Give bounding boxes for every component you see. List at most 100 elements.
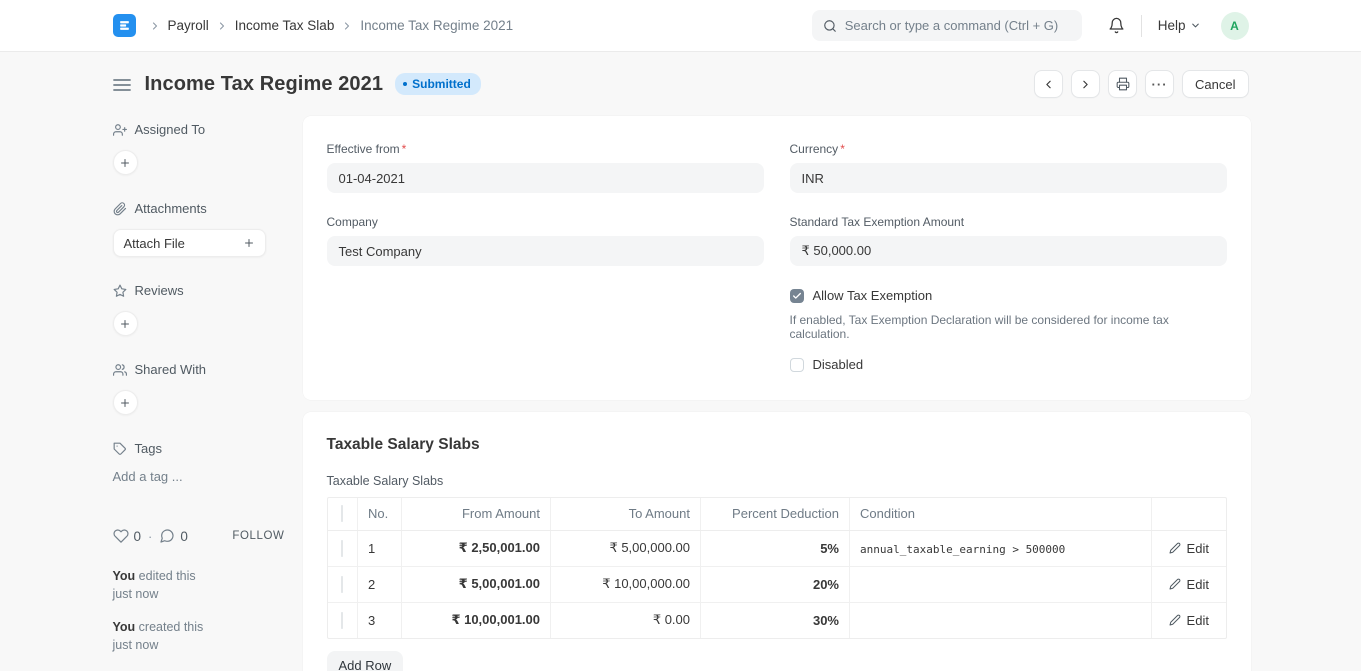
like-count: 0 [134, 529, 142, 544]
select-all-checkbox[interactable] [341, 505, 343, 522]
activity-actor: You [113, 569, 136, 583]
to-amount-cell[interactable]: ₹ 10,00,000.00 [551, 566, 701, 602]
from-amount-cell[interactable]: ₹ 5,00,001.00 [402, 566, 551, 602]
disabled-checkbox[interactable]: Disabled [790, 357, 1227, 372]
company-field: Company Test Company [327, 215, 764, 266]
column-header-no: No. [358, 498, 402, 530]
condition-cell[interactable]: annual_taxable_earning > 500000 [860, 543, 1065, 556]
chevron-right-icon [216, 20, 228, 32]
breadcrumb-item-income-tax-slab[interactable]: Income Tax Slab [235, 18, 335, 33]
add-share-button[interactable] [113, 390, 138, 415]
standard-tax-exemption-label: Standard Tax Exemption Amount [790, 215, 965, 229]
pencil-icon [1169, 542, 1181, 554]
follow-button[interactable]: FOLLOW [232, 530, 284, 542]
next-document-button[interactable] [1071, 70, 1100, 98]
shared-with-label: Shared With [135, 362, 207, 377]
sidebar-toggle-icon[interactable] [113, 76, 131, 92]
more-actions-button[interactable]: ··· [1145, 70, 1174, 98]
to-amount-cell[interactable]: ₹ 5,00,000.00 [551, 530, 701, 566]
column-header-condition: Condition [850, 498, 1152, 530]
percent-deduction-cell[interactable]: 5% [701, 530, 850, 566]
chevron-left-icon [1042, 78, 1055, 91]
breadcrumb-item-payroll[interactable]: Payroll [168, 18, 209, 33]
row-checkbox[interactable] [341, 612, 343, 629]
percent-deduction-cell[interactable]: 30% [701, 602, 850, 638]
edit-row-button[interactable]: Edit [1162, 541, 1216, 556]
edit-label: Edit [1187, 613, 1209, 628]
effective-from-label: Effective from [327, 142, 400, 156]
tags-section: Tags Add a tag ... [113, 441, 285, 484]
add-assignment-button[interactable] [113, 150, 138, 175]
slabs-table: No. From Amount To Amount Percent Deduct… [327, 497, 1227, 639]
row-number: 2 [358, 566, 402, 602]
add-review-button[interactable] [113, 311, 138, 336]
add-row-button[interactable]: Add Row [327, 651, 404, 671]
heart-icon[interactable] [113, 528, 129, 544]
activity-action: created this [135, 620, 203, 634]
breadcrumb: Payroll Income Tax Slab Income Tax Regim… [142, 18, 514, 33]
to-amount-cell[interactable]: ₹ 0.00 [551, 602, 701, 638]
edit-label: Edit [1187, 577, 1209, 592]
print-button[interactable] [1108, 70, 1137, 98]
company-input[interactable]: Test Company [327, 236, 764, 266]
help-label: Help [1158, 18, 1186, 33]
notifications-bell-icon[interactable] [1108, 17, 1125, 34]
allow-tax-exemption-checkbox[interactable]: Allow Tax Exemption [790, 288, 1227, 303]
table-row: 1 ₹ 2,50,001.00 ₹ 5,00,000.00 5% annual_… [328, 530, 1226, 566]
pencil-icon [1169, 614, 1181, 626]
disabled-label: Disabled [813, 357, 864, 372]
attachments-label: Attachments [135, 201, 207, 216]
attachments-section: Attachments Attach File [113, 201, 285, 257]
plus-icon [119, 397, 131, 409]
table-row: 3 ₹ 10,00,001.00 ₹ 0.00 30% Edit [328, 602, 1226, 638]
app-logo-icon[interactable] [113, 14, 136, 37]
currency-input[interactable]: INR [790, 163, 1227, 193]
chevron-down-icon [1190, 20, 1201, 31]
currency-field: Currency* INR [790, 142, 1227, 193]
help-menu[interactable]: Help [1158, 18, 1201, 33]
details-card: Effective from* 01-04-2021 Company Test … [303, 116, 1251, 400]
page-head: Income Tax Regime 2021 Submitted ··· Can… [111, 70, 1251, 98]
required-marker: * [402, 142, 407, 156]
row-number: 3 [358, 602, 402, 638]
row-checkbox[interactable] [341, 540, 343, 557]
form-sidebar: Assigned To Attachments Attach File [111, 116, 287, 669]
activity-time: just now [113, 586, 285, 602]
star-icon [113, 284, 127, 298]
plus-icon [119, 157, 131, 169]
status-dot-icon [403, 82, 407, 86]
table-header-row: No. From Amount To Amount Percent Deduct… [328, 498, 1226, 530]
cancel-button[interactable]: Cancel [1182, 70, 1248, 98]
checkbox-unchecked-icon [790, 358, 804, 372]
comment-count: 0 [180, 529, 188, 544]
attach-file-button[interactable]: Attach File [113, 229, 266, 257]
social-row: 0 · 0 FOLLOW [113, 528, 285, 544]
edit-row-button[interactable]: Edit [1162, 577, 1216, 592]
column-header-to-amount: To Amount [551, 498, 701, 530]
row-checkbox[interactable] [341, 576, 343, 593]
assigned-to-label: Assigned To [135, 122, 206, 137]
search-input[interactable]: Search or type a command (Ctrl + G) [812, 10, 1082, 41]
effective-from-field: Effective from* 01-04-2021 [327, 142, 764, 193]
comment-icon[interactable] [159, 528, 175, 544]
page-title: Income Tax Regime 2021 [145, 73, 384, 96]
status-label: Submitted [412, 77, 471, 91]
tag-icon [113, 442, 127, 456]
from-amount-cell[interactable]: ₹ 2,50,001.00 [402, 530, 551, 566]
effective-from-input[interactable]: 01-04-2021 [327, 163, 764, 193]
column-header-from-amount: From Amount [402, 498, 551, 530]
allow-tax-exemption-label: Allow Tax Exemption [813, 288, 933, 303]
add-tag-input[interactable]: Add a tag ... [113, 469, 285, 484]
tags-label: Tags [135, 441, 162, 456]
from-amount-cell[interactable]: ₹ 10,00,001.00 [402, 602, 551, 638]
checkbox-checked-icon [790, 289, 804, 303]
standard-tax-exemption-input[interactable]: ₹ 50,000.00 [790, 236, 1227, 266]
user-avatar[interactable]: A [1221, 12, 1249, 40]
breadcrumb-item-current: Income Tax Regime 2021 [360, 18, 513, 33]
divider [1141, 15, 1142, 37]
percent-deduction-cell[interactable]: 20% [701, 566, 850, 602]
prev-document-button[interactable] [1034, 70, 1063, 98]
shared-with-section: Shared With [113, 362, 285, 415]
activity-item: You created this just now [113, 619, 285, 654]
edit-row-button[interactable]: Edit [1162, 613, 1216, 628]
